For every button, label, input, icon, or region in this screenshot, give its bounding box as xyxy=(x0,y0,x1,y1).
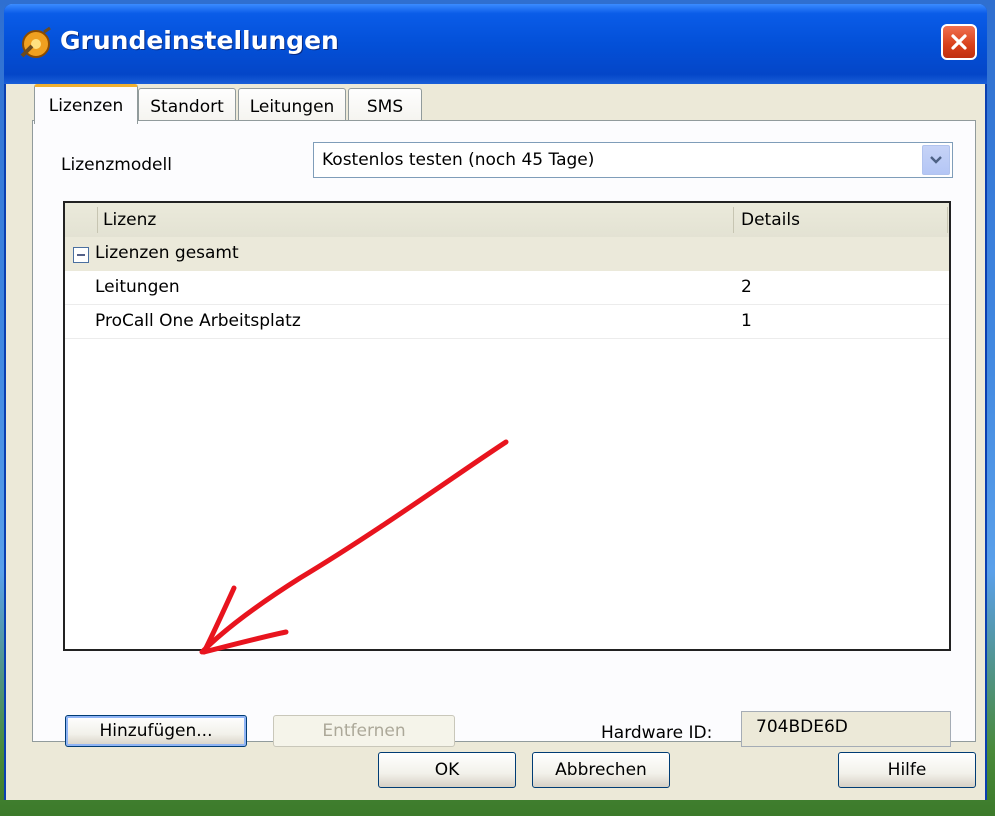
tab-label: Lizenzen xyxy=(48,95,124,116)
annotation-arrow xyxy=(199,439,509,655)
tab-lizenzen[interactable]: Lizenzen xyxy=(34,84,138,124)
